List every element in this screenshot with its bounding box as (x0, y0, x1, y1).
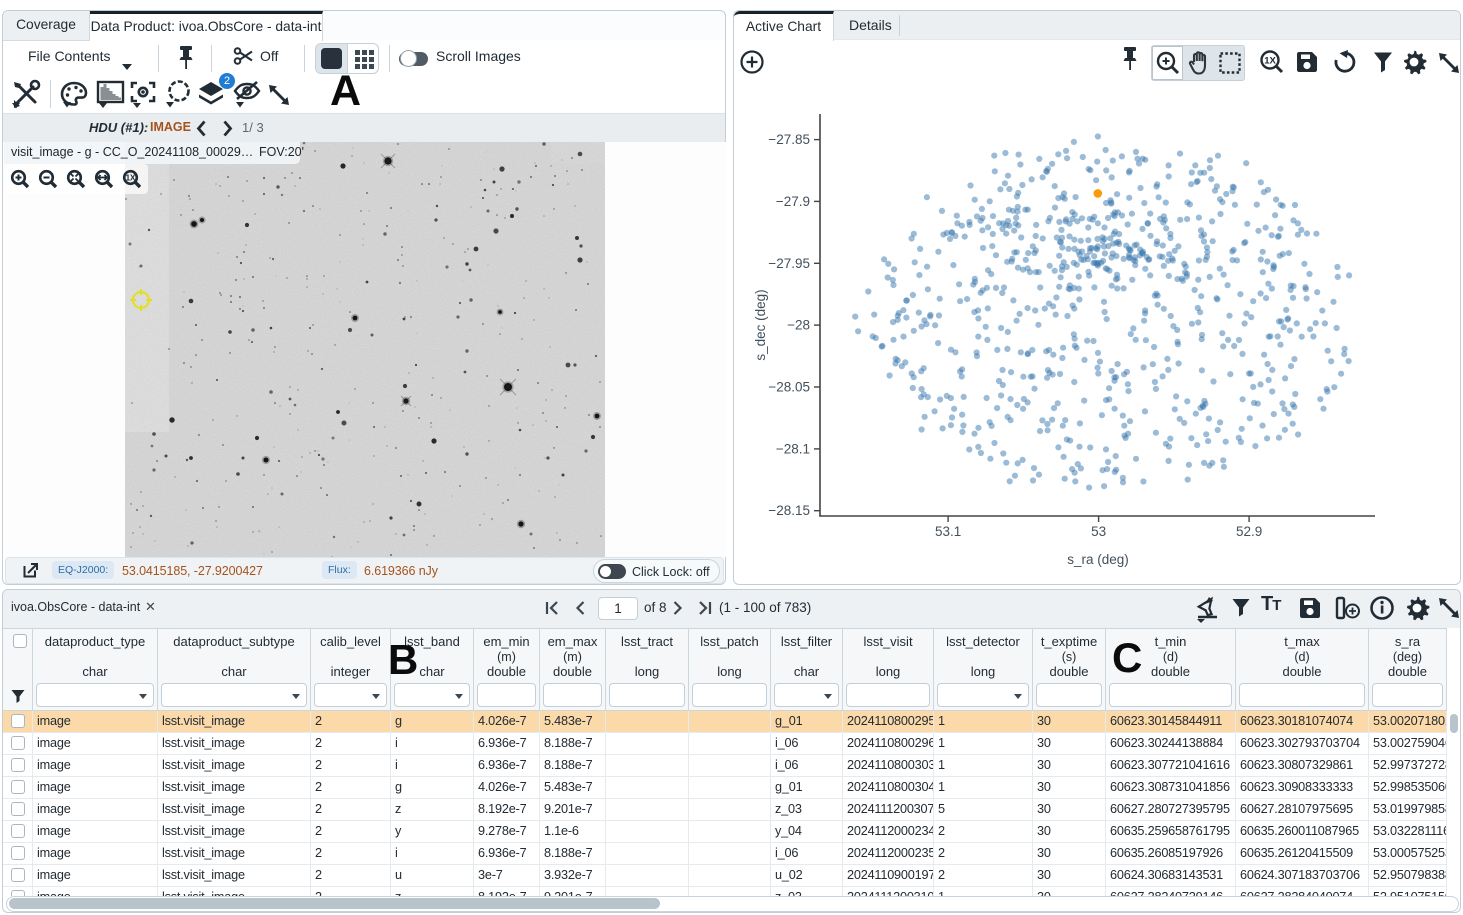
svg-text:53: 53 (1091, 524, 1106, 539)
svg-text:−28.05: −28.05 (768, 380, 810, 395)
svg-text:−27.85: −27.85 (768, 132, 810, 147)
svg-text:−28: −28 (787, 318, 810, 333)
svg-text:−27.95: −27.95 (768, 256, 810, 271)
svg-text:−27.9: −27.9 (776, 194, 810, 209)
svg-text:52.9: 52.9 (1236, 524, 1262, 539)
svg-text:−28.1: −28.1 (776, 441, 810, 456)
svg-text:−28.15: −28.15 (768, 503, 810, 518)
svg-text:s_dec (deg): s_dec (deg) (753, 289, 768, 360)
svg-text:53.1: 53.1 (935, 524, 961, 539)
svg-text:1X: 1X (126, 174, 136, 183)
svg-text:s_ra (deg): s_ra (deg) (1067, 552, 1129, 567)
